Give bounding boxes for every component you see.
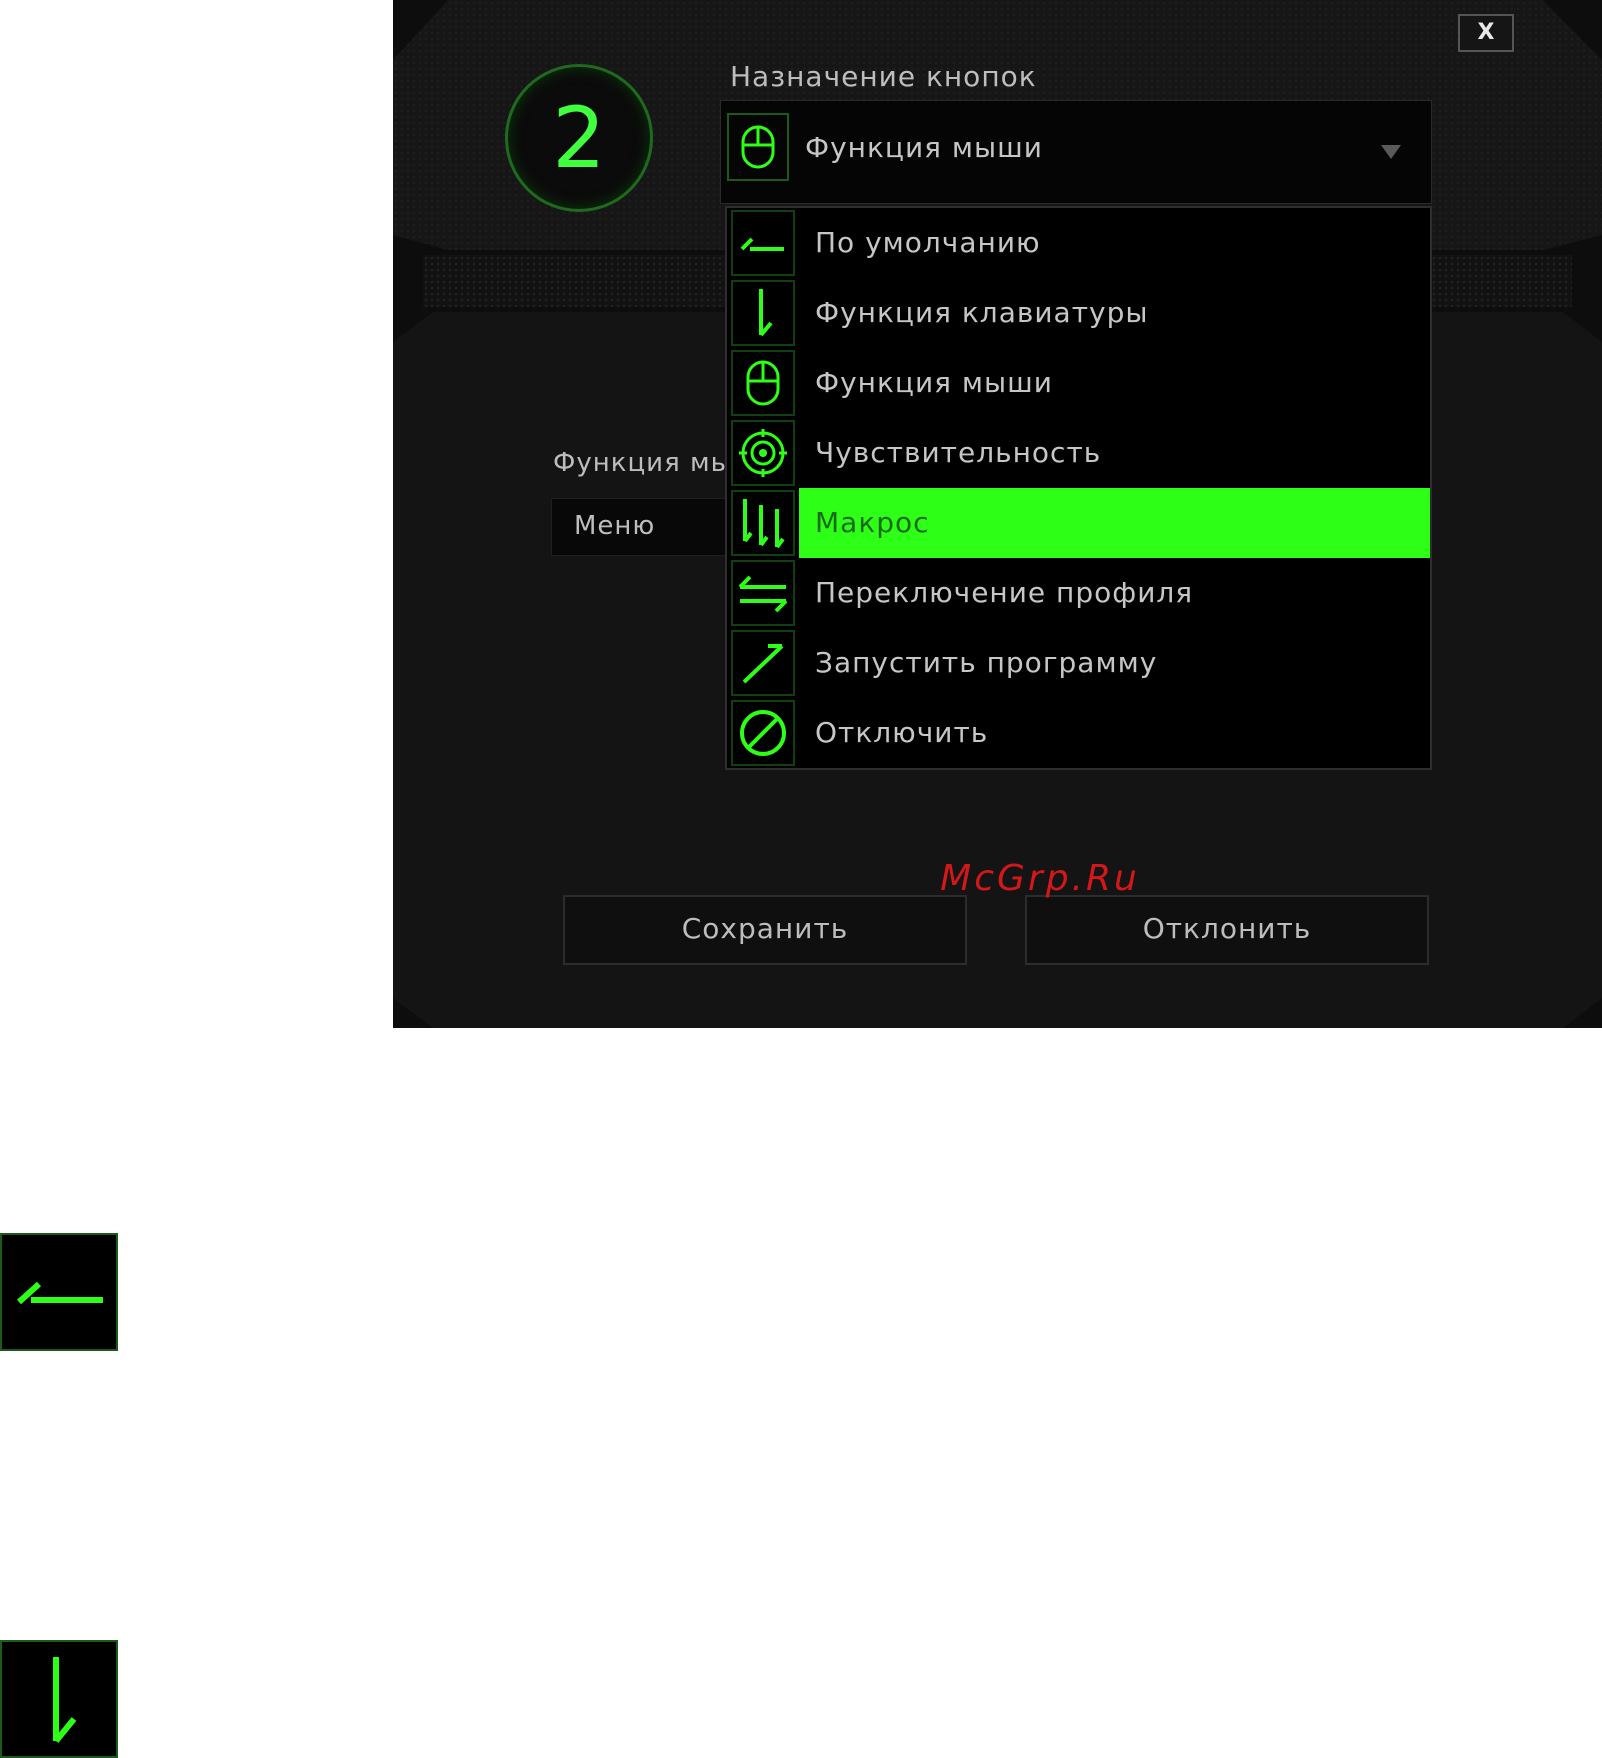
dropdown-item-sensitivity[interactable]: Чувствительность [727, 418, 1430, 488]
dropdown-item-label: Чувствительность [815, 436, 1102, 469]
save-button[interactable]: Сохранить [563, 895, 967, 965]
mouse-function-select[interactable]: Меню [551, 498, 731, 556]
dropdown-item-launch-program[interactable]: Запустить программу [727, 628, 1430, 698]
swap-arrows-icon [731, 560, 795, 626]
default-arrow-icon [0, 1233, 118, 1351]
macro-arrows-icon [731, 490, 795, 556]
dropdown-item-label: Переключение профиля [815, 576, 1194, 609]
mouse-function-value: Меню [574, 511, 656, 541]
dropdown-item-macro[interactable]: Макрос [727, 488, 1430, 558]
dropdown-item-disable[interactable]: Отключить [727, 698, 1430, 768]
dropdown-item-label: Отключить [815, 716, 989, 749]
assignment-dropdown: По умолчанию Функция клавиатуры Функция … [725, 206, 1432, 770]
dropdown-item-label: Макрос [815, 506, 930, 539]
disable-icon [731, 700, 795, 766]
dropdown-item-label: По умолчанию [815, 226, 1041, 259]
keyboard-arrow-icon [731, 280, 795, 346]
close-button[interactable]: X [1458, 14, 1514, 52]
dropdown-item-keyboard[interactable]: Функция клавиатуры [727, 278, 1430, 348]
mouse-icon [731, 350, 795, 416]
dropdown-item-default[interactable]: По умолчанию [727, 208, 1430, 278]
cancel-button[interactable]: Отклонить [1025, 895, 1429, 965]
dropdown-item-mouse[interactable]: Функция мыши [727, 348, 1430, 418]
dropdown-item-profile-switch[interactable]: Переключение профиля [727, 558, 1430, 628]
assign-title: Назначение кнопок [730, 60, 1037, 93]
launch-arrow-icon [731, 630, 795, 696]
mouse-function-label: Функция мы [553, 448, 733, 478]
dropdown-item-label: Функция клавиатуры [815, 296, 1149, 329]
mouse-icon [727, 113, 789, 181]
keyboard-arrow-icon [0, 1640, 118, 1758]
assignment-select[interactable]: Функция мыши [720, 100, 1432, 204]
chevron-down-icon [1381, 145, 1401, 159]
dropdown-item-label: Запустить программу [815, 646, 1158, 679]
dropdown-item-label: Функция мыши [815, 366, 1053, 399]
watermark-text: McGrp.Ru [940, 858, 1140, 899]
mouse-button-number: 2 [505, 64, 653, 212]
target-icon [731, 420, 795, 486]
assignment-select-value: Функция мыши [805, 131, 1043, 164]
default-arrow-icon [731, 210, 795, 276]
